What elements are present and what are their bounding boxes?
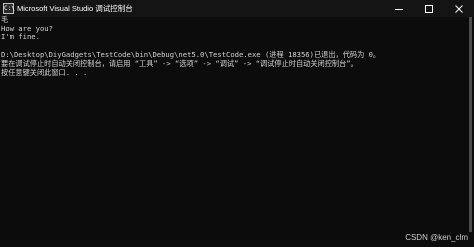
scrollbar-thumb[interactable] [469,17,472,232]
vertical-scrollbar[interactable] [466,17,474,247]
console-line: 要在调试停止时自动关闭控制台，请启用 “工具” -> “选项” -> “调试” … [1,59,358,68]
minimize-icon [395,8,403,10]
close-button[interactable] [444,0,474,17]
vs-debug-console-icon: C:\ [3,3,15,14]
console-window: C:\ Microsoft Visual Studio 调试控制台 毛 How … [0,0,474,247]
console-line: 按任意键关闭此窗口. . . [1,68,88,77]
console-line: I'm fine. [1,32,40,41]
console-output[interactable]: 毛 How are you? I'm fine. D:\Desktop\DiyG… [0,15,474,247]
minimize-button[interactable] [384,0,414,17]
close-icon [455,4,463,13]
watermark: CSDN @ken_clm [405,233,468,242]
window-title: Microsoft Visual Studio 调试控制台 [17,4,133,13]
caption-buttons [384,0,474,17]
maximize-icon [425,4,433,13]
console-line: 毛 [1,15,9,24]
maximize-button[interactable] [414,0,444,17]
title-bar[interactable]: C:\ Microsoft Visual Studio 调试控制台 [0,0,474,17]
console-line: D:\Desktop\DiyGadgets\TestCode\bin\Debug… [1,50,381,59]
